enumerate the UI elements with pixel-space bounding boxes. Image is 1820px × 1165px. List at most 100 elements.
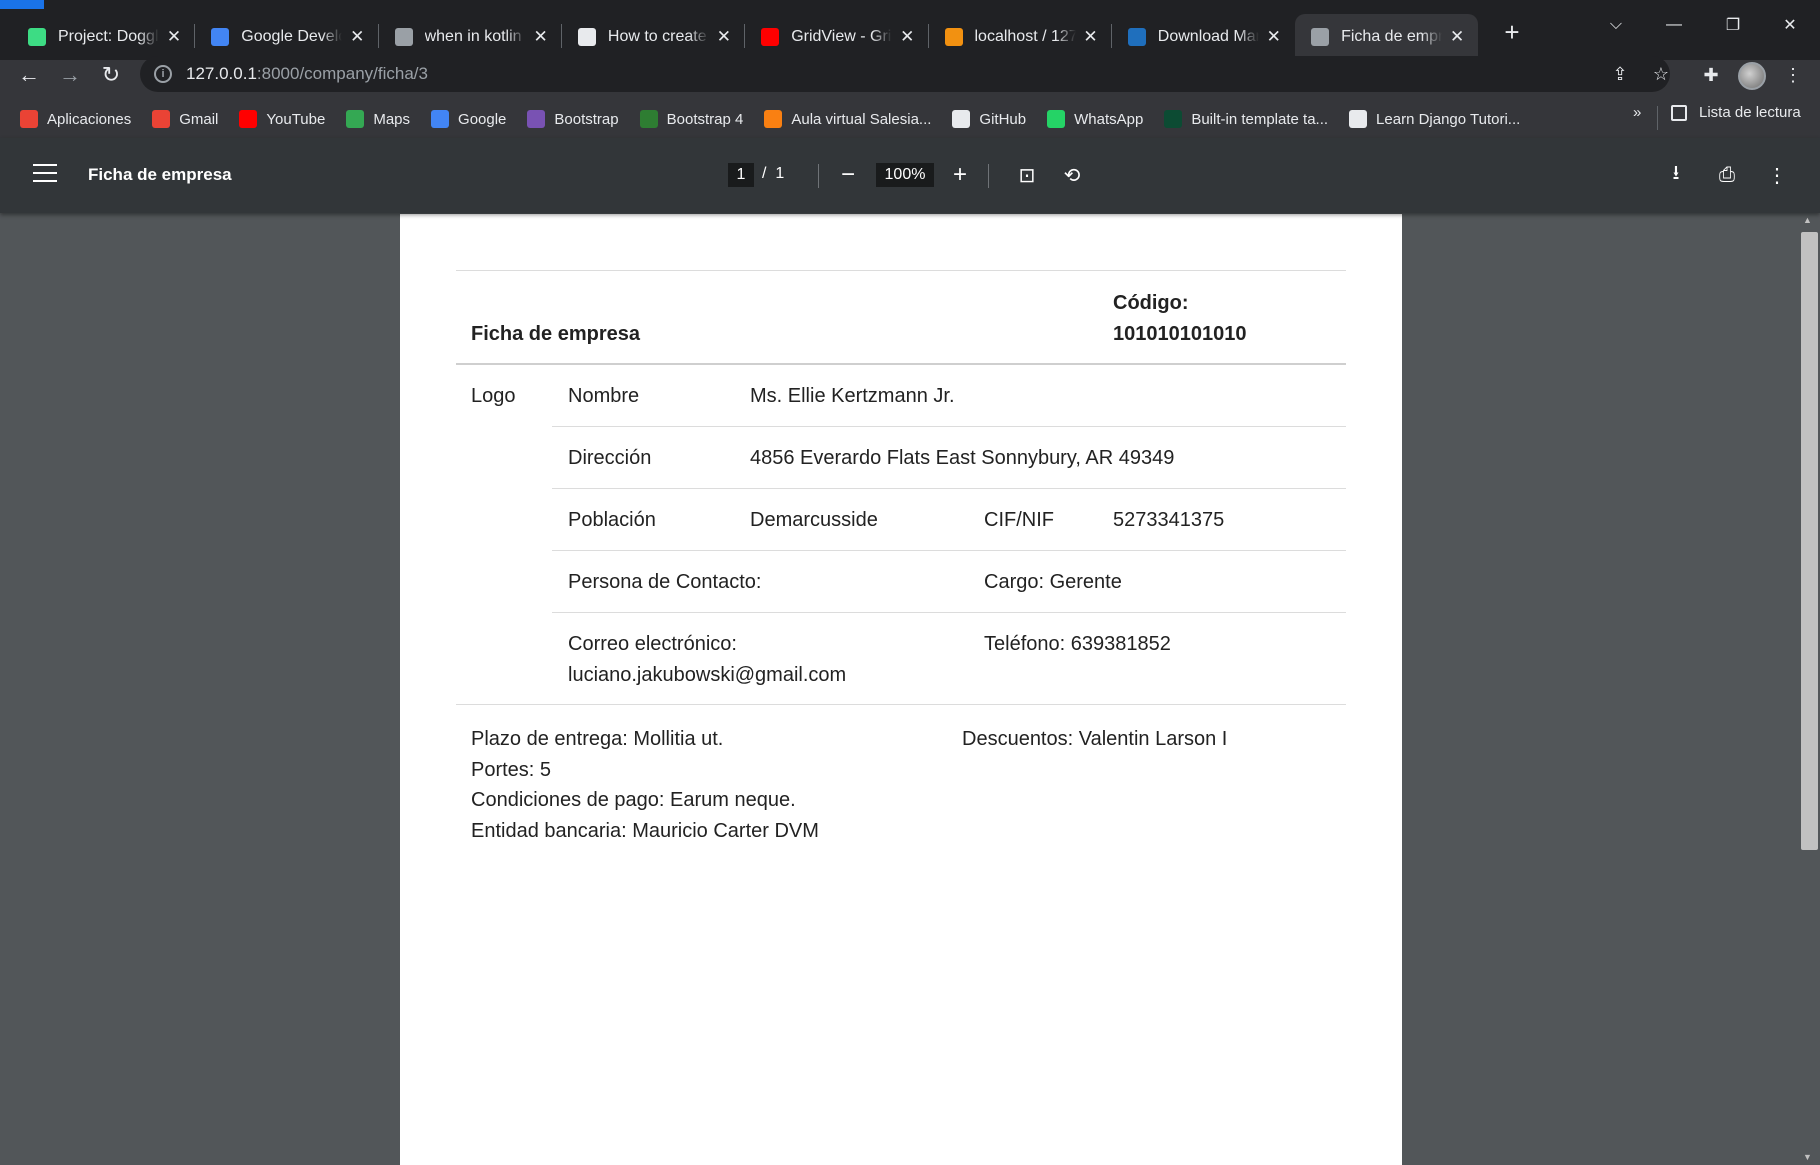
profile-avatar[interactable] <box>1738 62 1766 90</box>
bookmark-item[interactable]: Maps <box>346 110 410 128</box>
direccion-label: Dirección <box>568 447 652 469</box>
site-info-icon[interactable]: i <box>154 65 172 83</box>
bookmark-label: Built-in template ta... <box>1191 110 1329 128</box>
pdf-menu-icon[interactable] <box>33 164 57 186</box>
close-tab-icon[interactable]: ✕ <box>1265 27 1283 46</box>
zoom-out-icon[interactable]: − <box>834 161 862 189</box>
reading-list-button[interactable]: Lista de lectura <box>1671 104 1801 121</box>
phpmyadmin-icon <box>944 28 963 46</box>
pdf-toolbar: Ficha de empresa 1 / 1 − 100% + ⊡ ⟲ ⭳ ⎙ … <box>0 138 1820 213</box>
reading-list-icon <box>1671 104 1687 121</box>
bookmark-item[interactable]: YouTube <box>239 110 325 128</box>
bookmark-label: Bootstrap <box>554 110 619 128</box>
rotate-icon[interactable]: ⟲ <box>1057 160 1087 190</box>
browser-tab[interactable]: localhost / 127. ✕ <box>929 14 1112 60</box>
tab-separator <box>744 24 746 48</box>
tab-search-icon[interactable]: ⌵ <box>1596 10 1636 40</box>
bookmark-star-icon[interactable]: ☆ <box>1646 59 1676 89</box>
close-tab-icon[interactable]: ✕ <box>715 27 733 46</box>
reload-icon[interactable]: ↻ <box>94 58 128 92</box>
forward-icon[interactable]: → <box>53 58 87 92</box>
zoom-in-icon[interactable]: + <box>946 161 974 189</box>
fit-to-page-icon[interactable]: ⊡ <box>1012 160 1042 190</box>
scroll-down-arrow-icon[interactable]: ▼ <box>1803 1152 1812 1162</box>
scrollbar-thumb[interactable] <box>1801 232 1818 850</box>
document-heading: Ficha de empresa <box>471 323 640 345</box>
back-icon[interactable]: ← <box>12 58 46 92</box>
tab-title: Ficha de empresa <box>1341 28 1443 45</box>
site-icon <box>577 28 596 46</box>
bookmark-item[interactable]: Aplicaciones <box>20 110 131 128</box>
divider <box>552 612 1346 613</box>
page-number-input[interactable]: 1 <box>728 163 754 187</box>
phone-text: Teléfono: 639381852 <box>984 633 1171 655</box>
browser-tab[interactable]: Project: Doggle ✕ <box>12 14 195 60</box>
google-developers-icon <box>211 28 230 46</box>
bookmark-item[interactable]: Aula virtual Salesia... <box>764 110 931 128</box>
bookmark-item[interactable]: Learn Django Tutori... <box>1349 110 1520 128</box>
tab-title: Google Developers <box>241 28 342 45</box>
bookmark-item[interactable]: GitHub <box>952 110 1026 128</box>
maps-icon <box>346 110 365 128</box>
code-label: Código: <box>1113 292 1189 314</box>
divider <box>456 704 1346 705</box>
close-tab-icon[interactable]: ✕ <box>1448 27 1466 46</box>
mariadb-icon <box>1127 28 1146 46</box>
bookmark-label: Gmail <box>179 110 219 128</box>
close-tab-icon[interactable]: ✕ <box>532 27 550 46</box>
restore-icon[interactable]: ❐ <box>1713 10 1753 40</box>
logo-label: Logo <box>471 385 516 407</box>
divider <box>552 550 1346 551</box>
close-tab-icon[interactable]: ✕ <box>165 27 183 46</box>
bookmarks-bar: Aplicaciones Gmail YouTube Maps Google Bootst… <box>0 100 1820 138</box>
bookmark-item[interactable]: Gmail <box>152 110 218 128</box>
share-icon[interactable]: ⇪ <box>1605 59 1635 89</box>
discounts: Descuentos: Valentin Larson I <box>962 728 1228 750</box>
scroll-up-arrow-icon[interactable]: ▲ <box>1803 215 1812 225</box>
youtube-icon <box>239 110 258 128</box>
bookmark-item[interactable]: WhatsApp <box>1047 110 1143 128</box>
tab-separator <box>194 24 196 48</box>
android-icon <box>28 28 46 46</box>
browser-tab[interactable]: Ficha de empresa ✕ <box>1295 14 1479 60</box>
close-tab-icon[interactable]: ✕ <box>348 27 366 46</box>
nombre-label: Nombre <box>568 385 640 407</box>
toolbar-divider <box>988 164 989 188</box>
bookmark-label: Learn Django Tutori... <box>1376 110 1521 128</box>
bookmark-item[interactable]: Google <box>431 110 506 128</box>
browser-menu-icon[interactable]: ⋮ <box>1778 60 1808 90</box>
cif-label: CIF/NIF <box>984 509 1054 531</box>
browser-tab[interactable]: How to create ✕ <box>562 14 745 60</box>
address-bar[interactable]: i 127.0.0.1:8000/company/ficha/3 <box>140 56 1670 92</box>
new-tab-button[interactable]: + <box>1496 16 1528 48</box>
url-text[interactable]: 127.0.0.1:8000/company/ficha/3 <box>186 64 428 84</box>
tab-separator <box>927 24 929 48</box>
bookmark-item[interactable]: Bootstrap <box>527 110 619 128</box>
bookmark-label: Google <box>458 110 507 128</box>
bookmark-label: Bootstrap 4 <box>666 110 744 128</box>
close-tab-icon[interactable]: ✕ <box>898 27 916 46</box>
extensions-icon[interactable]: ✚ <box>1696 60 1726 90</box>
minimize-icon[interactable]: — <box>1654 10 1694 40</box>
zoom-level-input[interactable]: 100% <box>876 163 934 187</box>
divider <box>552 426 1346 427</box>
browser-tab[interactable]: Google Developers ✕ <box>195 14 378 60</box>
globe-icon <box>394 28 413 46</box>
close-tab-icon[interactable]: ✕ <box>1082 27 1100 46</box>
browser-tab[interactable]: Download Mari ✕ <box>1112 14 1295 60</box>
browser-tab[interactable]: GridView - Grid ✕ <box>745 14 928 60</box>
tab-title: GridView - Grid <box>791 28 893 45</box>
code-value: 101010101010 <box>1113 323 1247 345</box>
download-icon[interactable]: ⭳ <box>1661 160 1691 190</box>
browser-tab[interactable]: when in kotlin ✕ <box>379 14 562 60</box>
bookmark-item[interactable]: Built-in template ta... <box>1164 110 1328 128</box>
pdf-more-icon[interactable]: ⋮ <box>1762 160 1792 190</box>
apps-grid-icon <box>20 110 38 128</box>
print-icon[interactable]: ⎙ <box>1712 160 1742 190</box>
youtube-icon <box>761 28 780 46</box>
bookmarks-overflow-button[interactable]: » <box>1633 104 1641 121</box>
tab-title: when in kotlin <box>424 28 522 45</box>
bootstrap-icon <box>527 110 546 128</box>
close-window-icon[interactable]: ✕ <box>1770 10 1810 40</box>
bookmark-item[interactable]: Bootstrap 4 <box>639 110 744 128</box>
